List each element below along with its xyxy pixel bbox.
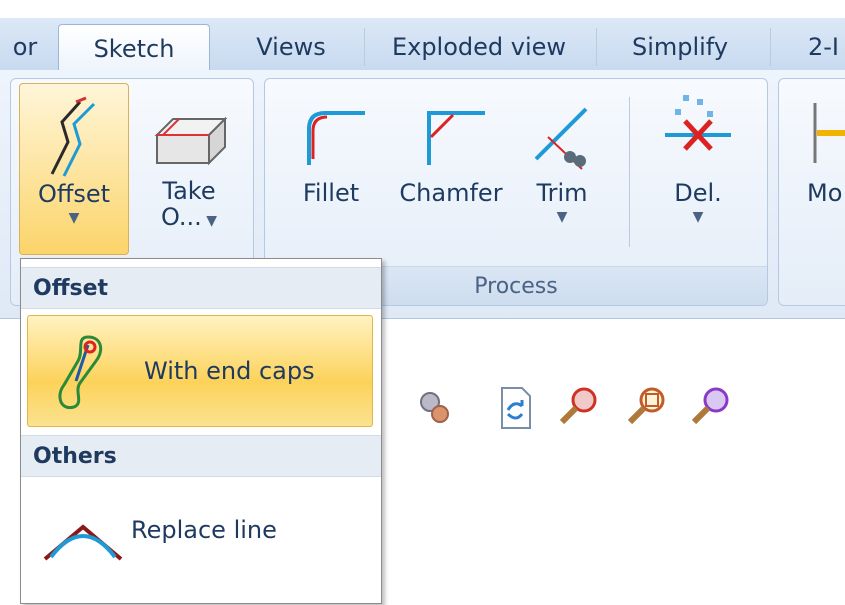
tab-label: 2-I: [808, 33, 840, 61]
tab-label: or: [12, 33, 38, 61]
offset-icon: [50, 96, 96, 177]
tab-separator: [596, 28, 597, 66]
move-group: Mo: [778, 78, 845, 306]
move-icon: [813, 103, 845, 163]
group-separator: [629, 97, 630, 247]
tab-2d[interactable]: 2-I: [782, 24, 845, 70]
tab-label: Exploded view: [391, 33, 567, 61]
del-label: Del.: [674, 179, 722, 207]
zoom-window-icon[interactable]: [624, 384, 668, 428]
fillet-button[interactable]: Fillet: [281, 99, 381, 207]
offset-label: Offset: [37, 180, 111, 208]
take-over-button[interactable]: Take O... ▼: [137, 83, 241, 253]
replace-line-icon: [43, 524, 123, 561]
with-end-caps-label: With end caps: [144, 357, 315, 385]
fillet-label: Fillet: [302, 179, 360, 207]
replace-line-label: Replace line: [131, 516, 277, 544]
take-label-line1: Take: [162, 177, 216, 205]
ribbon-tab-bar: or Sketch Views Exploded view Simplify 2…: [0, 18, 845, 72]
delete-icon: [665, 95, 731, 151]
with-end-caps-item[interactable]: With end caps: [27, 315, 373, 427]
zoom-extents-icon[interactable]: [556, 384, 600, 428]
box-icon: [154, 116, 228, 166]
take-label-line2-text: O...: [160, 203, 202, 231]
offset-section-header: Offset: [21, 267, 381, 309]
tab-separator: [770, 28, 771, 66]
chamfer-icon: [427, 111, 485, 165]
top-strip: [0, 0, 845, 18]
tab-sketch[interactable]: Sketch: [58, 24, 210, 72]
trim-button[interactable]: Trim ▼: [517, 99, 607, 225]
tab-label: Simplify: [631, 33, 729, 61]
replace-line-item[interactable]: Replace line: [27, 485, 373, 595]
move-button[interactable]: Mo: [807, 99, 845, 207]
tab-simplify[interactable]: Simplify: [602, 24, 758, 70]
trim-icon: [534, 107, 588, 170]
tab-label: Views: [256, 33, 326, 61]
offset-dropdown-menu: Offset With end caps Others Replace line: [20, 258, 382, 604]
delete-button[interactable]: Del. ▼: [653, 89, 743, 225]
fillet-icon: [307, 111, 365, 165]
chevron-down-icon: ▼: [692, 209, 704, 225]
refresh-document-icon[interactable]: [498, 386, 534, 430]
settings-gears-icon[interactable]: [412, 386, 456, 430]
tab-separator: [364, 28, 365, 66]
others-section-header: Others: [21, 435, 381, 477]
move-label: Mo: [807, 179, 843, 207]
chevron-down-icon: ▼: [556, 209, 568, 225]
chamfer-label: Chamfer: [399, 179, 503, 207]
trim-label: Trim: [536, 179, 588, 207]
offset-button[interactable]: Offset ▼: [19, 83, 129, 255]
tab-editor[interactable]: or: [4, 24, 46, 70]
tab-exploded-view[interactable]: Exploded view: [370, 24, 588, 70]
end-caps-icon: [58, 335, 103, 410]
tab-views[interactable]: Views: [232, 24, 350, 70]
tab-label: Sketch: [93, 34, 175, 63]
chamfer-button[interactable]: Chamfer: [389, 99, 513, 207]
zoom-icon[interactable]: [688, 384, 732, 428]
chevron-down-icon: ▼: [68, 210, 80, 226]
take-label-line2: O... ▼: [160, 203, 218, 231]
